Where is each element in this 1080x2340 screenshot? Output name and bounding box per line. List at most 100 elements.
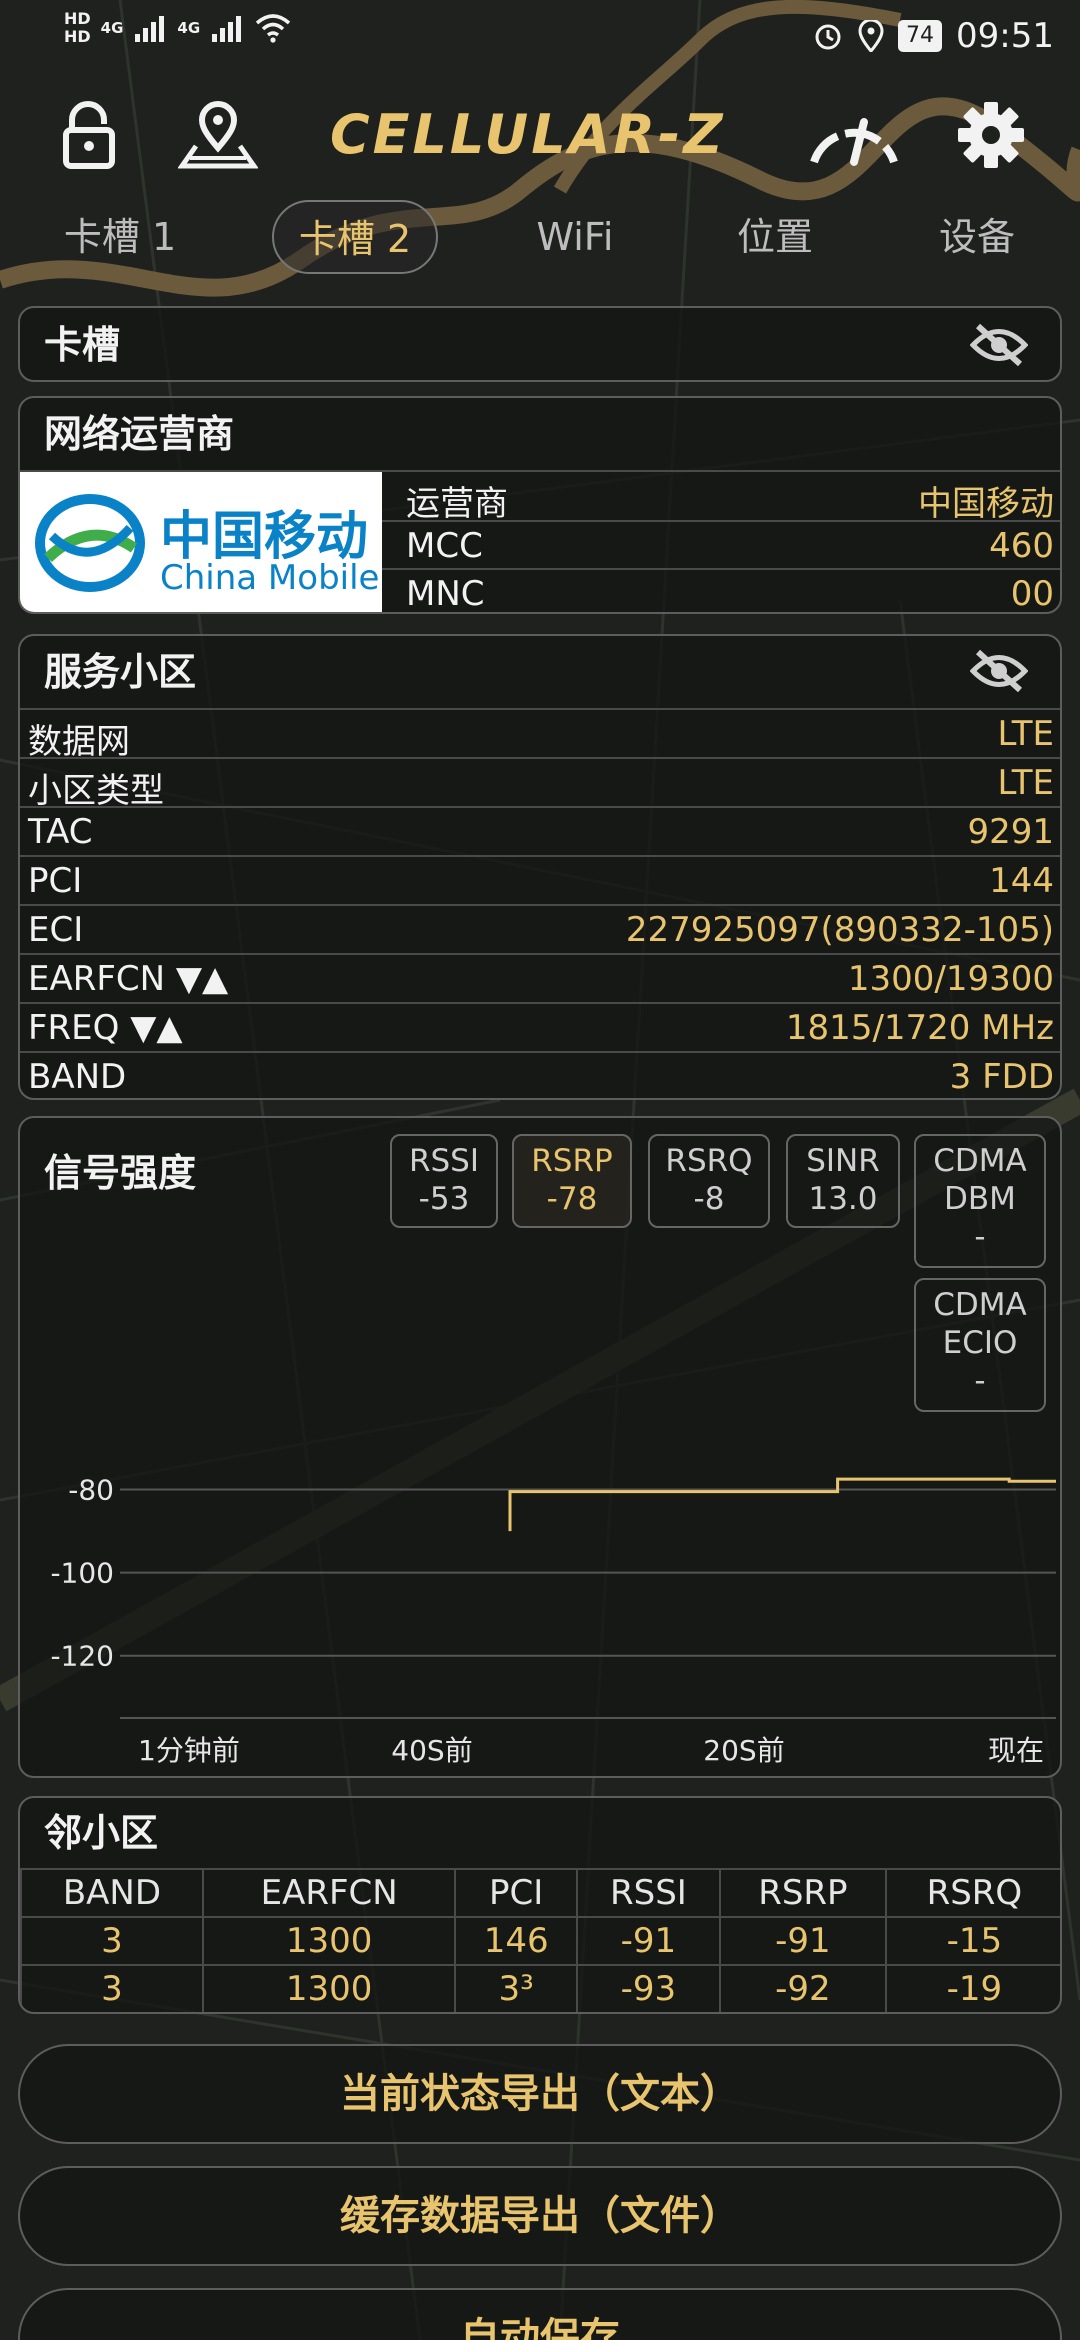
chip-cdma-ecio[interactable]: CDMA ECIO - (914, 1278, 1046, 1412)
auto-save-button[interactable]: 自动保存 (18, 2288, 1062, 2340)
kv-row-mnc: MNC 00 (382, 568, 1060, 614)
chip-value: -78 (546, 1181, 598, 1217)
kv-value: 中国移动 (918, 484, 1054, 524)
eye-hidden-icon[interactable] (970, 322, 1028, 368)
chip-label: RSRP (531, 1143, 613, 1179)
kv-value: 460 (989, 526, 1054, 566)
column-header: RSRQ (884, 1868, 1060, 1918)
chip-label: RSRQ (665, 1143, 753, 1179)
tab-slot-1[interactable]: 卡槽 1 (40, 200, 200, 274)
table-cell: 3 (20, 1964, 204, 2012)
y-tick-label: -100 (50, 1557, 114, 1590)
kv-key: 运营商 (406, 484, 508, 524)
location-pin-icon[interactable] (178, 100, 258, 170)
tab-device[interactable]: 设备 (912, 200, 1042, 274)
kv-key: MCC (406, 526, 483, 566)
table-cell: 3 (20, 1916, 204, 1966)
signal-strength-panel: 信号强度 RSSI -53 RSRP -78 RSRQ -8 SINR 13.0… (18, 1116, 1062, 1778)
chip-rsrq[interactable]: RSRQ -8 (648, 1134, 770, 1228)
eye-hidden-icon[interactable] (970, 648, 1028, 694)
kv-key: PCI (28, 861, 83, 901)
kv-row-pci: PCI 144 (20, 855, 1060, 903)
kv-row-band: BAND 3 FDD (20, 1051, 1060, 1098)
gear-icon[interactable] (956, 100, 1026, 170)
wifi-icon (256, 14, 291, 43)
chip-value: - (974, 1363, 986, 1399)
chip-rsrp[interactable]: RSRP -78 (512, 1134, 632, 1228)
table-cell: -91 (575, 1916, 721, 1966)
table-row: 3 1300 146 -91 -91 -15 (20, 1916, 1060, 1966)
kv-row-earfcn[interactable]: EARFCN ▼▲ 1300/19300 (20, 953, 1060, 1001)
serving-cell-panel: 服务小区 数据网 LTE 小区类型 LTE TAC 9291 PCI 144 E… (18, 634, 1062, 1100)
tab-location[interactable]: 位置 (710, 200, 840, 274)
neighbor-cells-panel: 邻小区 BAND EARFCN PCI RSSI RSRP RSRQ 3 130… (18, 1796, 1062, 2014)
export-text-button[interactable]: 当前状态导出（文本） (18, 2044, 1062, 2144)
x-tick-label: 20S前 (703, 1734, 784, 1767)
table-cell: -15 (884, 1916, 1060, 1966)
kv-value: 1815/1720 MHz (785, 1008, 1054, 1048)
kv-key: 数据网 (28, 722, 130, 762)
operator-panel-title: 网络运营商 (44, 412, 235, 456)
status-bar: HD HD 4G 4G 74 09:51 (0, 0, 1080, 72)
kv-row-mcc: MCC 460 (382, 520, 1060, 568)
kv-value: 00 (1010, 574, 1054, 614)
tab-slot-2[interactable]: 卡槽 2 (272, 200, 438, 274)
column-header: RSRP (718, 1868, 887, 1918)
kv-key: ECI (28, 910, 84, 950)
chip-cdma-dbm[interactable]: CDMA DBM - (914, 1134, 1046, 1268)
x-tick-label: 现在 (988, 1734, 1044, 1767)
operator-logo-en: China Mobile (160, 558, 380, 598)
column-header: PCI (454, 1868, 578, 1918)
chip-label: CDMA ECIO (933, 1287, 1027, 1361)
kv-key: BAND (28, 1057, 127, 1097)
export-file-button[interactable]: 缓存数据导出（文件） (18, 2166, 1062, 2266)
column-header: EARFCN (201, 1868, 457, 1918)
status-left: HD HD 4G 4G (64, 10, 292, 46)
kv-key: TAC (28, 812, 93, 852)
table-cell: 3³ (454, 1964, 578, 2012)
kv-key: 小区类型 (28, 771, 164, 811)
kv-row-eci: ECI 227925097(890332-105) (20, 904, 1060, 952)
chip-sinr[interactable]: SINR 13.0 (786, 1134, 900, 1228)
chip-label: CDMA DBM (933, 1143, 1027, 1217)
neighbor-panel-title: 邻小区 (44, 1811, 159, 1855)
table-cell: 1300 (201, 1916, 457, 1966)
y-tick-label: -120 (50, 1640, 114, 1673)
slot-panel-title: 卡槽 (44, 323, 121, 367)
kv-key: FREQ ▼▲ (28, 1008, 183, 1048)
x-tick-label: 1分钟前 (138, 1734, 240, 1767)
kv-value: LTE (997, 714, 1054, 754)
location-status-icon (858, 20, 884, 52)
kv-row-tac: TAC 9291 (20, 806, 1060, 854)
operator-logo: 中国移动 China Mobile (20, 472, 382, 612)
tab-wifi[interactable]: WiFi (510, 200, 640, 274)
lock-icon[interactable] (60, 100, 120, 170)
kv-value: 3 FDD (949, 1057, 1054, 1097)
column-header: RSSI (575, 1868, 721, 1918)
speedometer-icon[interactable] (806, 104, 902, 170)
chip-rssi[interactable]: RSSI -53 (390, 1134, 498, 1228)
kv-value: 1300/19300 (847, 959, 1054, 999)
clock: 09:51 (956, 16, 1054, 56)
kv-value: 227925097(890332-105) (625, 910, 1054, 950)
kv-key: MNC (406, 574, 485, 614)
table-cell: 146 (454, 1916, 578, 1966)
kv-row-freq[interactable]: FREQ ▼▲ 1815/1720 MHz (20, 1002, 1060, 1050)
neighbor-table: BAND EARFCN PCI RSSI RSRP RSRQ 3 1300 14… (20, 1868, 1060, 2012)
china-mobile-logo-icon (35, 494, 145, 592)
table-cell: -91 (718, 1916, 887, 1966)
chip-value: - (974, 1219, 986, 1255)
kv-value: 9291 (967, 812, 1054, 852)
network-type-2: 4G (177, 19, 201, 37)
signal-panel-title: 信号强度 (44, 1151, 197, 1195)
kv-value: LTE (997, 763, 1054, 803)
kv-value: 144 (989, 861, 1054, 901)
y-tick-label: -80 (68, 1474, 114, 1507)
table-row: 3 1300 3³ -93 -92 -19 (20, 1964, 1060, 2012)
chip-value: -8 (693, 1181, 725, 1217)
hd-badge-2: HD (64, 27, 91, 46)
status-right: 74 09:51 (812, 16, 1054, 56)
kv-row-cell-type: 小区类型 LTE (20, 757, 1060, 811)
signal-bars-icon (212, 16, 242, 42)
kv-key: EARFCN ▼▲ (28, 959, 229, 999)
